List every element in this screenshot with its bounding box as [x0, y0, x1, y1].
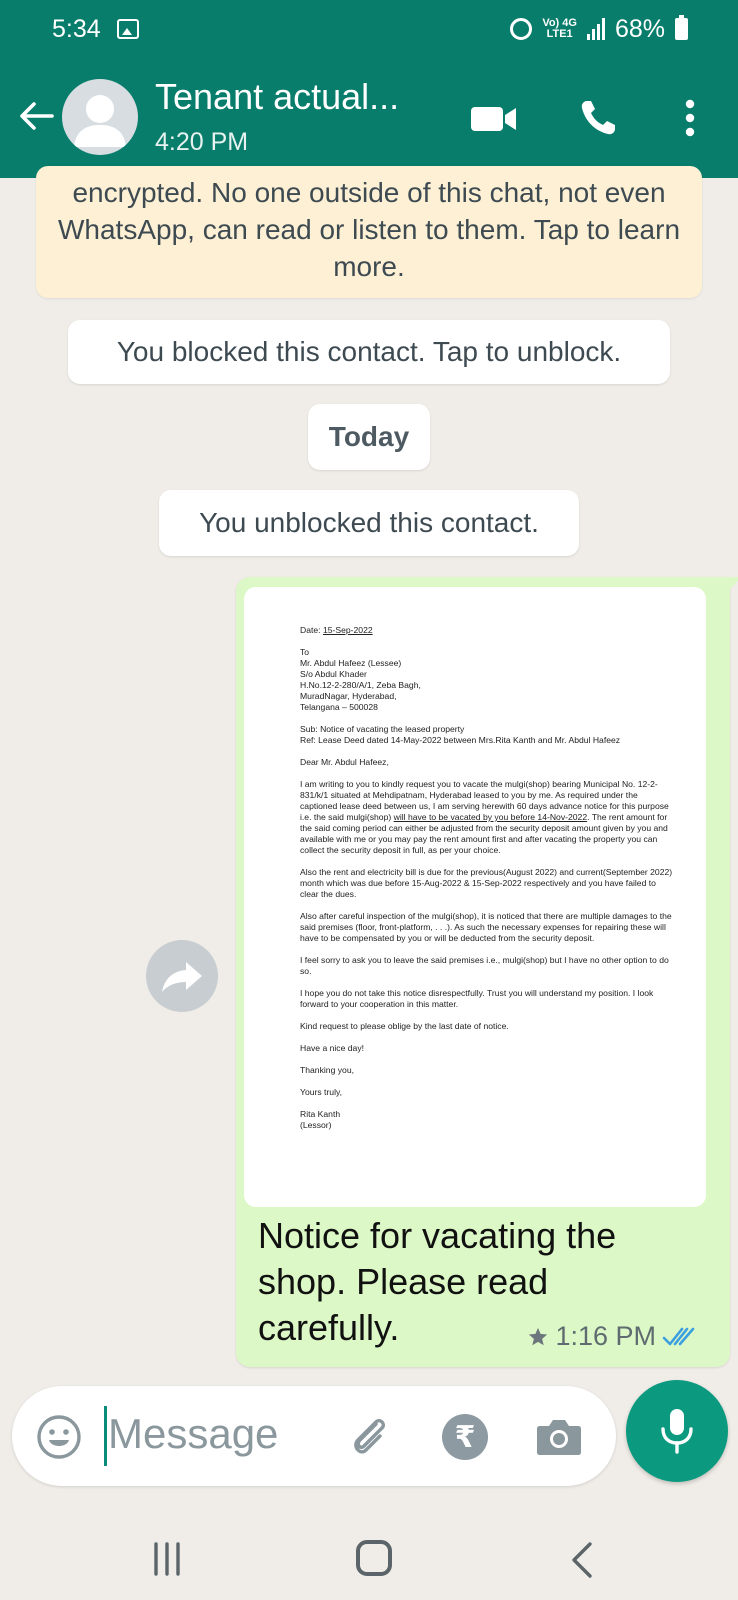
home-icon[interactable] — [356, 1540, 392, 1576]
doc-subject: Sub: Notice of vacating the leased prope… — [300, 724, 465, 734]
doc-reference: Ref: Lease Deed dated 14-May-2022 betwee… — [300, 735, 621, 745]
forward-button[interactable] — [146, 940, 218, 1012]
attach-icon[interactable] — [346, 1412, 394, 1460]
recent-apps-icon[interactable] — [150, 1542, 184, 1576]
date-divider: Today — [308, 404, 430, 470]
message-meta: 1:16 PM — [527, 1321, 696, 1352]
gallery-notification-icon — [116, 19, 139, 39]
unblocked-notice: You unblocked this contact. — [159, 490, 579, 556]
notice-document-image[interactable]: Date: 15-Sep-2022 To Mr. Abdul Hafeez (L… — [244, 587, 706, 1207]
doc-underlined-text: will have to be vacated by you before 14… — [393, 812, 588, 822]
text-cursor — [104, 1406, 107, 1466]
status-right: Vo) 4G LTE1 68% — [510, 15, 688, 44]
doc-subject-block: Sub: Notice of vacating the leased prope… — [300, 724, 676, 746]
doc-address-line: Telangana – 500028 — [300, 702, 378, 712]
doc-closing: Yours truly, — [300, 1087, 343, 1097]
doc-paragraph: I hope you do not take this notice disre… — [300, 988, 654, 1009]
status-bar: 5:34 Vo) 4G LTE1 68% — [0, 0, 738, 58]
star-icon — [529, 1327, 548, 1345]
doc-signature: Rita Kanth (Lessor) — [300, 1109, 676, 1131]
doc-address: To Mr. Abdul Hafeez (Lessee) S/o Abdul K… — [300, 647, 676, 713]
message-time: 1:16 PM — [555, 1321, 656, 1351]
doc-paragraph: Have a nice day! — [300, 1043, 365, 1053]
doc-paragraph: Also the rent and electricity bill is du… — [300, 867, 673, 899]
message-composer[interactable]: Message ₹ — [12, 1386, 616, 1486]
status-time: 5:34 — [52, 14, 101, 43]
voice-message-button[interactable] — [626, 1380, 728, 1482]
system-navigation-bar — [0, 1520, 738, 1600]
doc-closing: Thanking you, — [300, 1065, 354, 1075]
doc-date: 15-Sep-2022 — [322, 625, 373, 635]
app-bar: 5:34 Vo) 4G LTE1 68% Tenant actual... 4:… — [0, 0, 738, 178]
payment-rupee-icon[interactable]: ₹ — [442, 1414, 488, 1460]
system-back-icon[interactable] — [566, 1540, 596, 1580]
forward-arrow-icon — [162, 962, 202, 992]
network-indicator: Vo) 4G LTE1 — [542, 18, 577, 40]
signal-icon — [586, 18, 605, 40]
last-seen: 4:20 PM — [155, 128, 249, 156]
encryption-notice[interactable]: encrypted. No one outside of this chat, … — [36, 166, 702, 298]
doc-address-line: To — [300, 647, 310, 657]
doc-paragraph: I am writing to you to kindly request yo… — [300, 779, 676, 856]
default-avatar-icon — [74, 95, 126, 147]
doc-signer-role: (Lessor) — [300, 1120, 332, 1130]
alarm-icon — [510, 18, 533, 40]
camera-icon[interactable] — [536, 1416, 582, 1456]
doc-paragraph: Kind request to please oblige by the las… — [300, 1021, 509, 1031]
doc-date-label: Date: — [300, 625, 321, 635]
doc-address-line: S/o Abdul Khader — [300, 669, 367, 679]
contact-name[interactable]: Tenant actual... — [155, 76, 399, 118]
battery-icon — [675, 15, 688, 40]
video-call-icon[interactable] — [470, 104, 518, 134]
contact-avatar[interactable] — [62, 79, 138, 155]
emoji-icon[interactable] — [36, 1414, 82, 1460]
back-arrow-icon[interactable] — [16, 96, 56, 136]
blocked-notice[interactable]: You blocked this contact. Tap to unblock… — [68, 320, 670, 384]
doc-salutation: Dear Mr. Abdul Hafeez, — [300, 757, 389, 767]
battery-percent: 68% — [614, 14, 665, 43]
microphone-icon — [661, 1409, 693, 1454]
voice-call-icon[interactable] — [578, 98, 618, 138]
doc-address-line: H.No.12-2-280/A/1, Zeba Bagh, — [300, 680, 421, 690]
doc-address-line: Mr. Abdul Hafeez (Lessee) — [300, 658, 402, 668]
doc-paragraph: I feel sorry to ask you to leave the sai… — [300, 955, 669, 976]
more-options-icon[interactable] — [682, 98, 698, 138]
message-input[interactable]: Message — [108, 1410, 278, 1458]
outgoing-message-bubble[interactable]: Date: 15-Sep-2022 To Mr. Abdul Hafeez (L… — [236, 577, 738, 1367]
doc-signer-name: Rita Kanth — [300, 1109, 341, 1119]
read-receipt-icon — [662, 1327, 695, 1345]
doc-paragraph: Also after careful inspection of the mul… — [300, 911, 672, 943]
network-bottom: LTE1 — [546, 28, 573, 40]
doc-address-line: MuradNagar, Hyderabad, — [300, 691, 397, 701]
doc-date-line: Date: 15-Sep-2022 — [300, 625, 676, 636]
